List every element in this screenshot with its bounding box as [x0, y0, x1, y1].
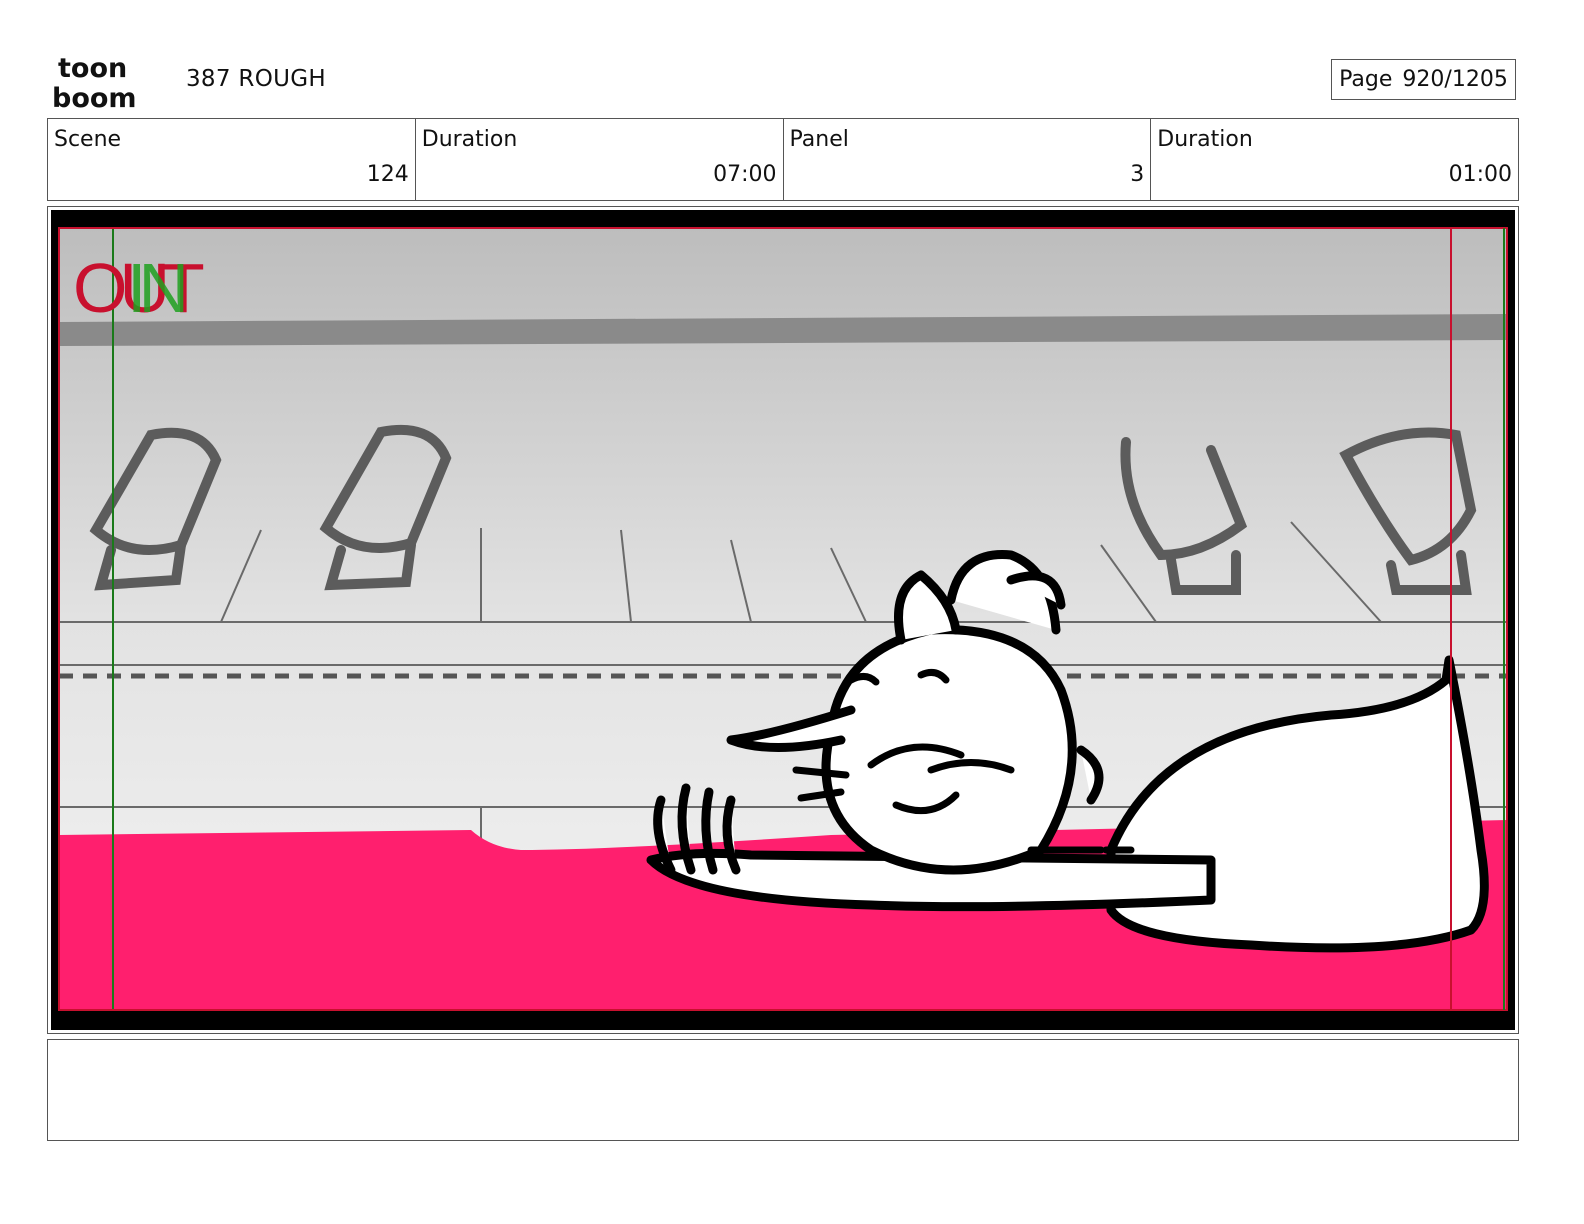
- project-title: 387 ROUGH: [186, 66, 326, 92]
- scene-duration-label: Duration: [421, 127, 518, 152]
- storyboard-panel: OUT IN: [47, 206, 1519, 1034]
- toonboom-logo: toon boom: [52, 53, 137, 110]
- panel-value: 3: [1130, 162, 1145, 187]
- scene-value: 124: [366, 162, 409, 187]
- panel-duration-value: 01:00: [1448, 162, 1512, 187]
- scene-cell: Scene 124: [48, 119, 416, 200]
- page-label: Page: [1339, 67, 1393, 92]
- in-marker-text: IN: [127, 249, 183, 327]
- page-indicator: Page 920/1205: [1331, 59, 1516, 100]
- page-number: 920/1205: [1402, 67, 1508, 92]
- panel-cell: Panel 3: [784, 119, 1152, 200]
- scene-label: Scene: [54, 127, 122, 152]
- logo-bottom-text: boom: [52, 83, 137, 110]
- panel-drawing: OUT IN: [51, 210, 1515, 1030]
- panel-label: Panel: [789, 127, 849, 152]
- scene-duration-cell: Duration 07:00: [416, 119, 784, 200]
- panel-duration-cell: Duration 01:00: [1151, 119, 1518, 200]
- logo-top-text: toon: [58, 53, 127, 84]
- caption-box: [47, 1039, 1519, 1141]
- panel-duration-label: Duration: [1157, 127, 1253, 152]
- scene-info-table: Scene 124 Duration 07:00 Panel 3 Duratio…: [47, 118, 1519, 201]
- scene-duration-value: 07:00: [713, 162, 777, 187]
